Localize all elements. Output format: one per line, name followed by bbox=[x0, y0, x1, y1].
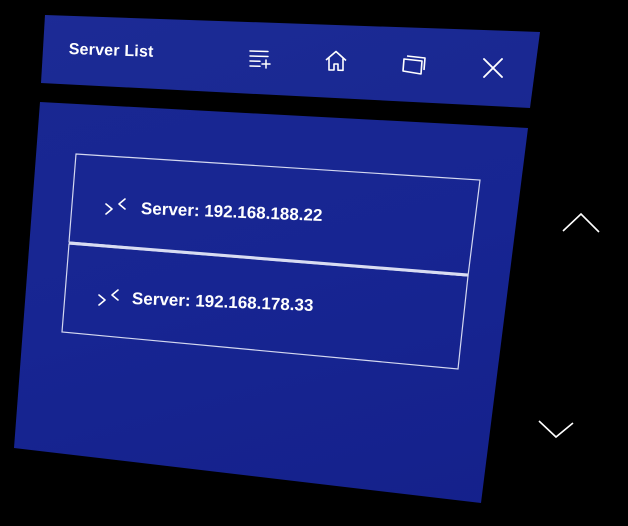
server-row-label: Server: 192.168.188.22 bbox=[140, 199, 323, 225]
list-add-icon bbox=[249, 50, 271, 69]
home-button[interactable] bbox=[320, 45, 352, 77]
close-icon bbox=[483, 58, 503, 78]
windows-icon bbox=[402, 55, 426, 75]
windows-button[interactable] bbox=[398, 48, 430, 80]
chevron-down-icon[interactable] bbox=[536, 416, 576, 442]
disconnected-icon bbox=[105, 198, 126, 215]
server-row-label: Server: 192.168.178.33 bbox=[131, 289, 314, 315]
chevron-up-icon[interactable] bbox=[560, 210, 602, 236]
window-title: Server List bbox=[68, 41, 154, 61]
add-list-button[interactable] bbox=[244, 42, 276, 74]
server-row-2[interactable]: Server: 192.168.178.33 bbox=[70, 250, 460, 330]
close-button[interactable] bbox=[477, 52, 509, 84]
home-icon bbox=[325, 50, 347, 72]
server-row-1[interactable]: Server: 192.168.188.22 bbox=[78, 160, 474, 240]
disconnected-icon bbox=[98, 289, 119, 306]
